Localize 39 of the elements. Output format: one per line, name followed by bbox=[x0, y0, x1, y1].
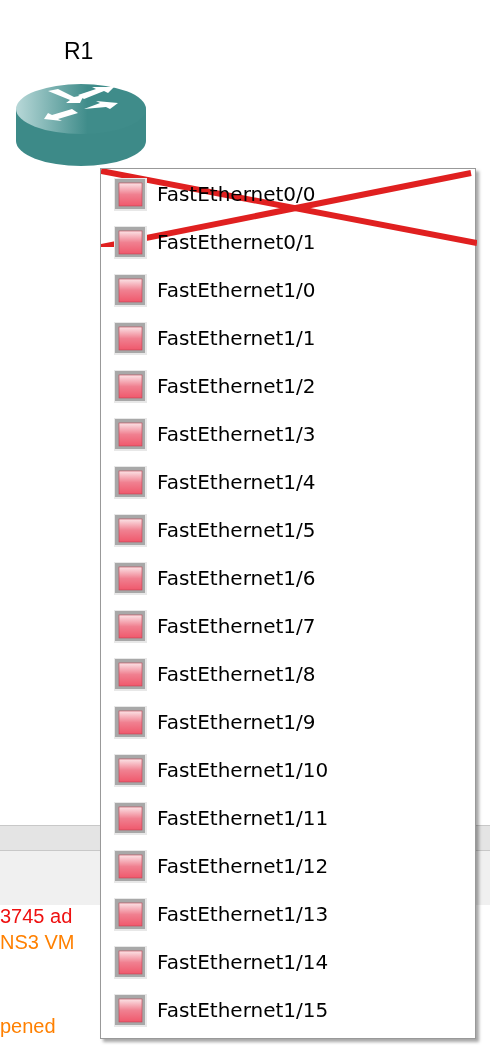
menu-item[interactable]: FastEthernet1/5 bbox=[101, 506, 475, 554]
menu-item[interactable]: FastEthernet1/12 bbox=[101, 842, 475, 890]
menu-item[interactable]: FastEthernet1/1 bbox=[101, 314, 475, 362]
status-led-icon bbox=[114, 561, 147, 595]
menu-item[interactable]: FastEthernet1/3 bbox=[101, 410, 475, 458]
node-label: R1 bbox=[64, 38, 94, 65]
menu-item[interactable]: FastEthernet1/2 bbox=[101, 362, 475, 410]
status-led-icon bbox=[114, 753, 147, 787]
menu-item[interactable]: FastEthernet0/1 bbox=[101, 218, 475, 266]
menu-item[interactable]: FastEthernet1/7 bbox=[101, 602, 475, 650]
console-line: NS3 VM bbox=[0, 930, 75, 955]
status-led-icon bbox=[114, 177, 147, 211]
menu-item[interactable]: FastEthernet1/13 bbox=[101, 890, 475, 938]
status-led-icon bbox=[114, 609, 147, 643]
menu-item[interactable]: FastEthernet1/8 bbox=[101, 650, 475, 698]
console-line: 3745 ad bbox=[0, 905, 73, 927]
status-led-icon bbox=[114, 465, 147, 499]
status-led-icon bbox=[114, 513, 147, 547]
status-led-icon bbox=[114, 273, 147, 307]
status-led-icon bbox=[114, 225, 147, 259]
console-line: pened bbox=[0, 1015, 56, 1037]
menu-item[interactable]: FastEthernet1/15 bbox=[101, 986, 475, 1034]
status-led-icon bbox=[114, 945, 147, 979]
status-led-icon bbox=[114, 705, 147, 739]
status-led-icon bbox=[114, 417, 147, 451]
menu-item[interactable]: FastEthernet1/9 bbox=[101, 698, 475, 746]
status-led-icon bbox=[114, 993, 147, 1027]
status-led-icon bbox=[114, 897, 147, 931]
menu-item[interactable]: FastEthernet1/4 bbox=[101, 458, 475, 506]
menu-item[interactable]: FastEthernet1/11 bbox=[101, 794, 475, 842]
status-led-icon bbox=[114, 321, 147, 355]
status-led-icon bbox=[114, 657, 147, 691]
menu-item[interactable]: FastEthernet1/6 bbox=[101, 554, 475, 602]
menu-item[interactable]: FastEthernet1/14 bbox=[101, 938, 475, 986]
status-led-icon bbox=[114, 801, 147, 835]
menu-item[interactable]: FastEthernet1/10 bbox=[101, 746, 475, 794]
menu-item[interactable]: FastEthernet1/0 bbox=[101, 266, 475, 314]
status-led-icon bbox=[114, 849, 147, 883]
status-led-icon bbox=[114, 369, 147, 403]
